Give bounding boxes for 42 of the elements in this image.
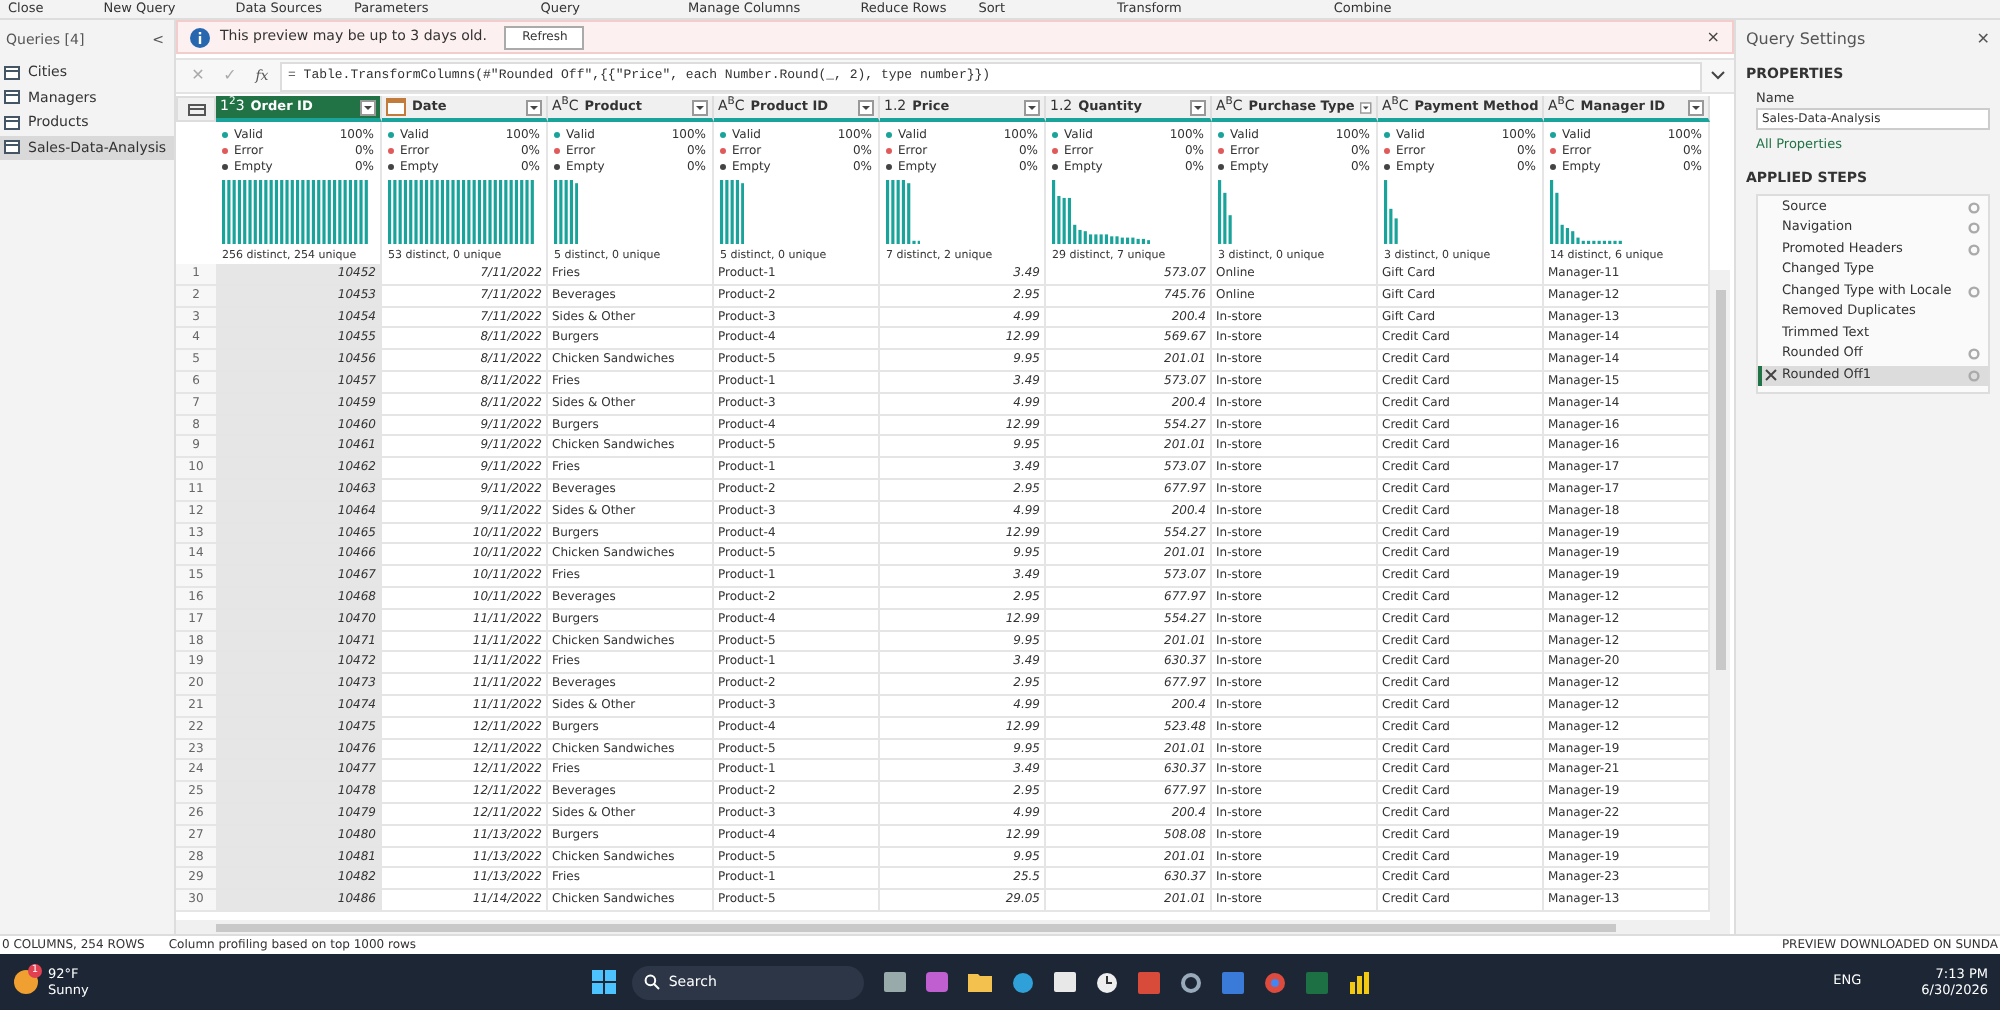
gear-icon[interactable]	[1180, 971, 1203, 993]
browser-icon[interactable]	[1012, 971, 1035, 993]
expand-icon[interactable]	[1710, 70, 1726, 82]
search-icon	[644, 974, 661, 990]
dropdown-icon[interactable]	[858, 99, 874, 115]
dropdown-icon[interactable]	[526, 99, 542, 115]
table-icon	[4, 140, 20, 155]
dropdown-icon[interactable]	[1688, 99, 1704, 115]
app-icon[interactable]	[884, 972, 907, 992]
app-icon[interactable]	[1138, 971, 1161, 993]
bar-chart-icon[interactable]	[1348, 971, 1371, 993]
app-icon[interactable]	[926, 972, 949, 992]
folder-icon[interactable]	[968, 972, 993, 992]
info-icon	[190, 27, 210, 47]
distribution-histogram	[554, 180, 579, 244]
clock-icon[interactable]	[1096, 971, 1119, 993]
distribution-histogram	[1384, 180, 1398, 244]
close-button[interactable]: ✕	[1976, 28, 1990, 52]
table-menu-button[interactable]	[176, 96, 216, 122]
pane-title: Query Settings	[1746, 28, 1866, 52]
distribution-histogram	[886, 180, 921, 244]
dropdown-icon[interactable]	[360, 99, 376, 115]
dropdown-icon[interactable]	[692, 99, 708, 115]
distribution-histogram	[1218, 180, 1232, 244]
vertical-scrollbar[interactable]	[1710, 270, 1730, 934]
store-icon[interactable]	[1054, 972, 1077, 992]
close-button[interactable]: ×	[1706, 25, 1720, 49]
table-icon	[187, 103, 205, 115]
excel-icon[interactable]	[1306, 971, 1329, 993]
chrome-icon[interactable]	[1264, 971, 1287, 993]
distribution-histogram	[720, 180, 745, 244]
app-icon[interactable]	[1222, 971, 1245, 993]
distribution-histogram	[1052, 180, 1151, 244]
delete-icon[interactable]	[1764, 368, 1778, 383]
calendar-icon	[386, 98, 406, 116]
dropdown-icon[interactable]	[1024, 99, 1040, 115]
windows-logo-icon[interactable]	[592, 970, 617, 994]
horizontal-scrollbar[interactable]	[176, 920, 1710, 934]
distribution-histogram	[1550, 180, 1622, 244]
dropdown-icon[interactable]	[1360, 99, 1372, 115]
dropdown-icon[interactable]	[1190, 99, 1206, 115]
sun-icon[interactable]	[12, 968, 40, 996]
